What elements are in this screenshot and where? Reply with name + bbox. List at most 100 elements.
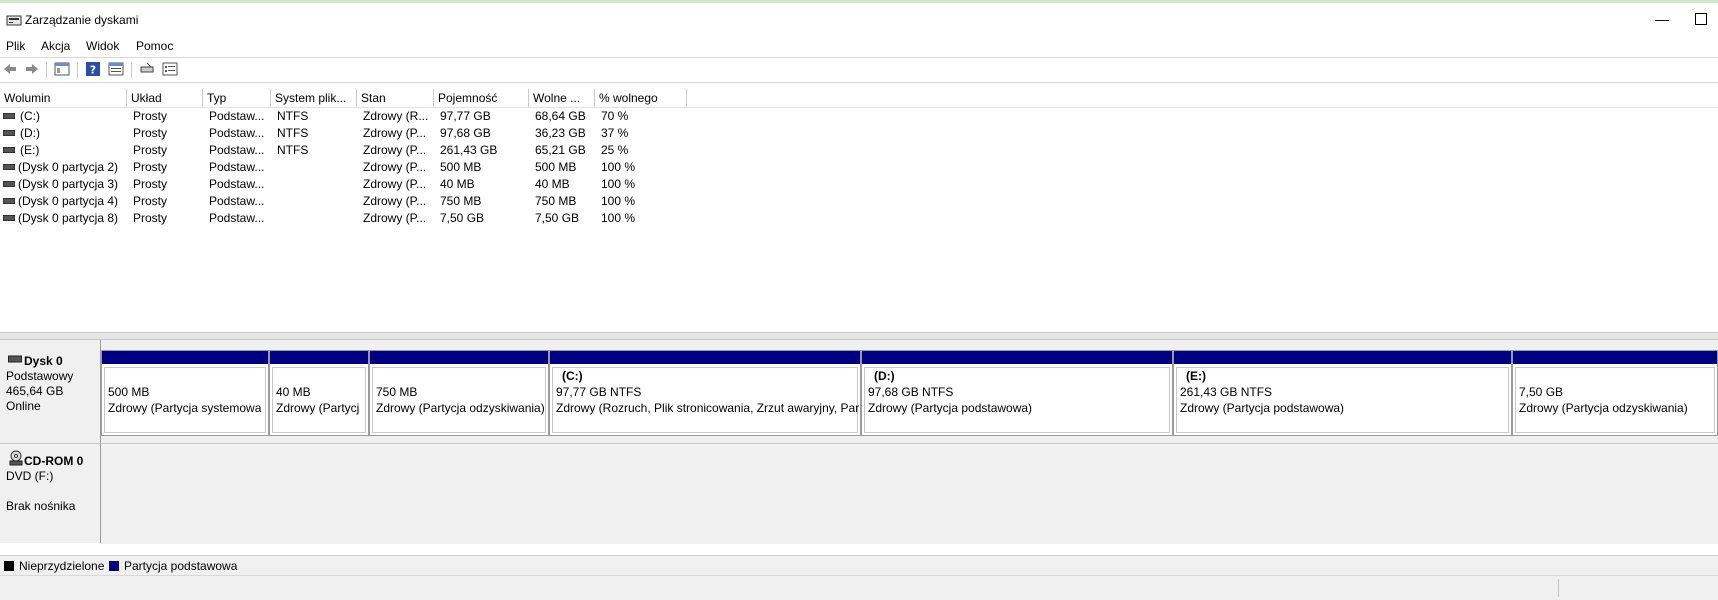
cell-capacity: 500 MB xyxy=(440,160,482,174)
cell-type: Podstaw... xyxy=(209,143,265,157)
cell-percent-free: 100 % xyxy=(601,177,636,191)
partition-e[interactable]: (E:) 261,43 GB NTFS Zdrowy (Partycja pod… xyxy=(1173,350,1512,436)
legend-label-unallocated: Nieprzydzielone xyxy=(19,559,105,573)
menu-file[interactable]: Plik xyxy=(6,39,25,53)
partition-msr[interactable]: 40 MB Zdrowy (Partycj xyxy=(269,350,369,436)
partition-status: Zdrowy (Partycja systemowa xyxy=(108,401,262,415)
partition-d[interactable]: (D:) 97,68 GB NTFS Zdrowy (Partycja pods… xyxy=(861,350,1173,436)
legend-label-primary: Partycja podstawowa xyxy=(124,559,238,573)
partition-recovery-2[interactable]: 7,50 GB Zdrowy (Partycja odzyskiwania) xyxy=(1512,350,1718,436)
partition-letter: (E:) xyxy=(1186,369,1206,383)
column-header-status[interactable]: Stan xyxy=(357,89,434,107)
menu-help[interactable]: Pomoc xyxy=(136,39,173,53)
partition-size: 40 MB xyxy=(276,385,311,399)
table-row[interactable]: (D:) Prosty Podstaw... NTFS Zdrowy (P...… xyxy=(0,125,1718,142)
menu-view[interactable]: Widok xyxy=(86,39,119,53)
cell-free-space: 750 MB xyxy=(535,194,577,208)
column-header-type[interactable]: Typ xyxy=(203,89,271,107)
table-row[interactable]: (Dysk 0 partycja 4) Prosty Podstaw... Zd… xyxy=(0,193,1718,210)
partition-status: Zdrowy (Rozruch, Plik stronicowania, Zrz… xyxy=(556,401,860,415)
partition-frame xyxy=(104,367,266,433)
toolbar-separator xyxy=(131,62,132,78)
partition-frame xyxy=(372,367,546,433)
cell-capacity: 7,50 GB xyxy=(440,211,485,225)
disk0-label[interactable]: Dysk 0 Podstawowy 465,64 GB Online xyxy=(0,340,101,443)
graphical-disk-view: Dysk 0 Podstawowy 465,64 GB Online 500 M… xyxy=(0,340,1718,544)
cell-free-space: 68,64 GB xyxy=(535,109,586,123)
hard-disk-icon xyxy=(8,355,22,363)
cell-filesystem: NTFS xyxy=(277,143,309,157)
list-icon[interactable] xyxy=(162,61,178,77)
help-icon[interactable]: ? xyxy=(85,61,101,77)
cdrom0-empty-area[interactable] xyxy=(101,443,1718,544)
cell-layout: Prosty xyxy=(133,177,168,191)
properties-icon[interactable] xyxy=(108,61,124,77)
status-bar-divider xyxy=(1558,579,1559,597)
partition-bar xyxy=(1513,351,1717,364)
cdrom0-drive: DVD (F:) xyxy=(6,469,54,483)
disk0-partitions: 500 MB Zdrowy (Partycja systemowa 40 MB … xyxy=(101,350,1718,438)
partition-bar xyxy=(102,351,268,364)
cell-volume: (D:) xyxy=(20,126,40,140)
cell-free-space: 36,23 GB xyxy=(535,126,586,140)
volume-icon xyxy=(3,198,15,204)
column-header-layout[interactable]: Układ xyxy=(127,89,203,107)
back-icon[interactable] xyxy=(2,61,18,77)
disk-management-icon xyxy=(6,15,22,26)
column-header-filesystem[interactable]: System plik... xyxy=(271,89,357,107)
column-header-free-space[interactable]: Wolne ... xyxy=(529,89,595,107)
cd-drive-icon xyxy=(9,450,23,466)
column-header-volume[interactable]: Wolumin xyxy=(0,89,127,107)
cell-status: Zdrowy (P... xyxy=(363,143,427,157)
partition-bar xyxy=(370,351,548,364)
status-bar xyxy=(0,575,1718,600)
cell-percent-free: 25 % xyxy=(601,143,629,157)
partition-frame xyxy=(272,367,366,433)
cell-status: Zdrowy (P... xyxy=(363,194,427,208)
cell-layout: Prosty xyxy=(133,126,168,140)
partition-frame xyxy=(552,367,858,433)
partition-size: 97,68 GB NTFS xyxy=(868,385,954,399)
column-header-percent-free[interactable]: % wolnego xyxy=(595,89,687,107)
table-row[interactable]: (Dysk 0 partycja 8) Prosty Podstaw... Zd… xyxy=(0,210,1718,227)
cell-capacity: 261,43 GB xyxy=(440,143,498,157)
cell-capacity: 40 MB xyxy=(440,177,475,191)
console-tree-icon[interactable] xyxy=(54,61,70,77)
legend-swatch-primary xyxy=(109,561,119,571)
cell-layout: Prosty xyxy=(133,160,168,174)
partition-bar xyxy=(550,351,860,364)
partition-c[interactable]: (C:) 97,77 GB NTFS Zdrowy (Rozruch, Plik… xyxy=(549,350,861,436)
menu-action[interactable]: Akcja xyxy=(41,39,70,53)
cell-free-space: 65,21 GB xyxy=(535,143,586,157)
cell-free-space: 7,50 GB xyxy=(535,211,580,225)
partition-bar xyxy=(1174,351,1511,364)
cell-free-space: 500 MB xyxy=(535,160,577,174)
legend: Nieprzydzielone Partycja podstawowa xyxy=(0,555,1718,576)
cell-volume: (C:) xyxy=(20,109,40,123)
cell-free-space: 40 MB xyxy=(535,177,570,191)
table-row[interactable]: (E:) Prosty Podstaw... NTFS Zdrowy (P...… xyxy=(0,142,1718,159)
window-title: Zarządzanie dyskami xyxy=(25,13,139,27)
connect-icon[interactable] xyxy=(139,61,155,77)
cell-type: Podstaw... xyxy=(209,109,265,123)
column-header-capacity[interactable]: Pojemność xyxy=(434,89,529,107)
pane-splitter[interactable] xyxy=(0,332,1718,340)
table-row[interactable]: (Dysk 0 partycja 3) Prosty Podstaw... Zd… xyxy=(0,176,1718,193)
partition-status: Zdrowy (Partycja odzyskiwania) xyxy=(1519,401,1688,415)
table-row[interactable]: (Dysk 0 partycja 2) Prosty Podstaw... Zd… xyxy=(0,159,1718,176)
volume-icon xyxy=(3,181,15,187)
partition-size: 261,43 GB NTFS xyxy=(1180,385,1273,399)
minimize-button[interactable]: — xyxy=(1652,11,1672,29)
cell-capacity: 750 MB xyxy=(440,194,482,208)
toolbar-separator-line xyxy=(0,82,1718,83)
forward-icon[interactable] xyxy=(24,61,40,77)
partition-size: 750 MB xyxy=(376,385,418,399)
partition-system[interactable]: 500 MB Zdrowy (Partycja systemowa xyxy=(101,350,269,436)
cell-volume: (Dysk 0 partycja 3) xyxy=(18,177,119,191)
cdrom0-name: CD-ROM 0 xyxy=(24,454,84,468)
cell-filesystem: NTFS xyxy=(277,126,309,140)
partition-recovery[interactable]: 750 MB Zdrowy (Partycja odzyskiwania) xyxy=(369,350,549,436)
table-row[interactable]: (C:) Prosty Podstaw... NTFS Zdrowy (R...… xyxy=(0,108,1718,125)
maximize-button[interactable] xyxy=(1695,13,1707,25)
cdrom0-label[interactable]: CD-ROM 0 DVD (F:) Brak nośnika xyxy=(0,443,101,543)
